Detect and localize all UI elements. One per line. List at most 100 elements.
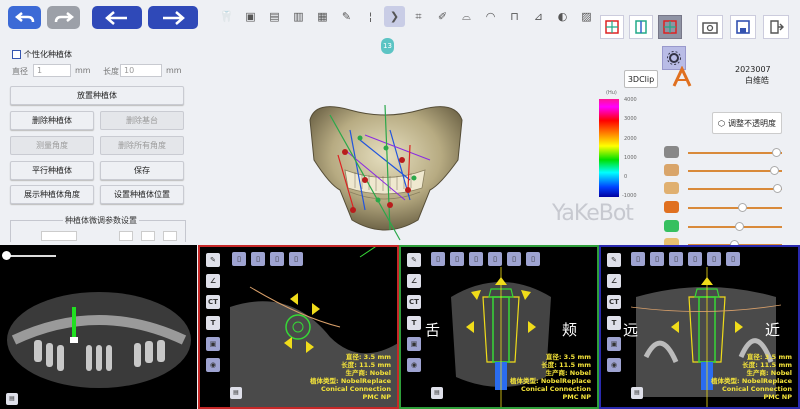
show-implant-angle-button[interactable]: 展示种植体角度 — [10, 185, 94, 204]
parallel-implant-button[interactable]: 平行种植体 — [10, 161, 94, 180]
measure-icon[interactable]: ∠ — [407, 274, 421, 288]
set-implant-position-button[interactable]: 设置种植体位置 — [100, 185, 184, 204]
tooth-icon[interactable]: 🦷 — [216, 6, 237, 27]
slider-implant[interactable] — [664, 220, 782, 234]
next-button[interactable] — [148, 6, 198, 29]
skull-3d-model[interactable] — [290, 90, 480, 250]
implant-tool-5-icon[interactable]: ▯ — [707, 252, 721, 266]
implant-tool-1-icon[interactable]: ▯ — [431, 252, 445, 266]
ct-toggle[interactable]: CT — [607, 295, 621, 309]
zoom-slider[interactable] — [2, 251, 56, 260]
t-toggle[interactable]: T — [206, 316, 220, 330]
place-implant-button[interactable]: 放置种植体 — [10, 86, 184, 105]
screenshot-button[interactable] — [697, 15, 723, 39]
eye-icon[interactable]: ◉ — [607, 358, 621, 372]
pen-icon[interactable]: ✐ — [432, 6, 453, 27]
ear-icon[interactable]: ◐ — [552, 6, 573, 27]
clip-3d-button[interactable]: 3DClip — [624, 70, 658, 88]
redo-button[interactable] — [47, 6, 80, 29]
view-grid-button[interactable] — [658, 15, 682, 39]
delete-implant-button[interactable]: 删除种植体 — [10, 111, 94, 130]
slider-jaw[interactable] — [664, 164, 782, 178]
axial-menu-icon[interactable]: ▤ — [230, 387, 242, 399]
slider-track[interactable] — [688, 207, 782, 209]
nerve-icon[interactable]: ◠ — [480, 6, 501, 27]
custom-implant-checkbox[interactable] — [12, 50, 21, 59]
implant-tool-6-icon[interactable]: ▯ — [726, 252, 740, 266]
implant-tool-4-icon[interactable]: ▯ — [488, 252, 502, 266]
delete-all-angles-button[interactable]: 删除所有角度 — [100, 136, 184, 155]
eye-icon[interactable]: ◉ — [206, 358, 220, 372]
guide-icon[interactable]: ⊿ — [528, 6, 549, 27]
view-side-button[interactable] — [629, 15, 653, 39]
slider-track[interactable] — [688, 170, 782, 172]
pencil-icon[interactable]: ✎ — [206, 253, 220, 267]
tooth-number-badge[interactable]: 13 — [381, 38, 394, 54]
ct-slice-icon[interactable]: ▣ — [240, 6, 261, 27]
slider-track[interactable] — [688, 152, 782, 154]
length-field[interactable]: 10 — [120, 64, 162, 77]
slider-knob[interactable] — [770, 166, 780, 175]
fine-tune-step-b[interactable] — [141, 231, 155, 241]
slider-knob[interactable] — [773, 184, 783, 193]
ct-toggle[interactable]: CT — [206, 295, 220, 309]
save-button[interactable]: 保存 — [100, 161, 184, 180]
ct-toggle[interactable]: CT — [407, 295, 421, 309]
slider-nerve[interactable] — [664, 201, 782, 215]
brush-icon[interactable]: ✎ — [336, 6, 357, 27]
sagittal-view[interactable]: ✎ ∠ CT T ▣ ◉ ▯ ▯ ▯ ▯ ▯ ▯ 远 近 直径: 3.5 mm … — [599, 245, 800, 409]
prev-button[interactable] — [92, 6, 142, 29]
panorama-icon[interactable]: ▤ — [264, 6, 285, 27]
implant-icon[interactable]: ¦ — [360, 6, 381, 27]
measure-icon[interactable]: ∠ — [607, 274, 621, 288]
fine-tune-step-c[interactable] — [163, 231, 177, 241]
slider-skull[interactable] — [664, 146, 782, 160]
fine-tune-field[interactable] — [41, 231, 77, 241]
t-toggle[interactable]: T — [407, 316, 421, 330]
diameter-field[interactable]: 1 — [33, 64, 71, 77]
measure-angle-button[interactable]: 测量角度 — [10, 136, 94, 155]
pencil-icon[interactable]: ✎ — [607, 253, 621, 267]
implant-tool-6-icon[interactable]: ▯ — [526, 252, 540, 266]
crop-icon[interactable]: ⌗ — [408, 6, 429, 27]
implant-tool-2-icon[interactable]: ▯ — [450, 252, 464, 266]
implant-select-icon[interactable]: ❯ — [384, 6, 405, 27]
export-icon[interactable]: ▨ — [576, 6, 597, 27]
coronal-menu-icon[interactable]: ▤ — [431, 387, 443, 399]
view-cube-button[interactable] — [600, 15, 624, 39]
sleeve-icon[interactable]: ⊓ — [504, 6, 525, 27]
panorama-view[interactable]: ▤ — [0, 245, 197, 409]
axial-view[interactable]: ✎ ∠ CT T ▣ ◉ ▯ ▯ ▯ ▯ 直径: 3.5 mm 长度: 11.5… — [198, 245, 399, 409]
fine-tune-step-a[interactable] — [119, 231, 133, 241]
crown-icon[interactable]: ⌓ — [456, 6, 477, 27]
arch-view-button[interactable] — [668, 64, 696, 92]
skull-icon[interactable]: ▦ — [312, 6, 333, 27]
layer-icon[interactable]: ▣ — [206, 337, 220, 351]
eye-icon[interactable]: ◉ — [407, 358, 421, 372]
layer-icon[interactable]: ▣ — [407, 337, 421, 351]
exit-button[interactable] — [763, 15, 789, 39]
delete-abutment-button[interactable]: 删除基台 — [100, 111, 184, 130]
sagittal-menu-icon[interactable]: ▤ — [631, 387, 643, 399]
slider-knob[interactable] — [772, 148, 782, 157]
pencil-icon[interactable]: ✎ — [407, 253, 421, 267]
zoom-knob[interactable] — [2, 251, 11, 260]
implant-tool-5-icon[interactable]: ▯ — [507, 252, 521, 266]
save-file-button[interactable] — [730, 15, 756, 39]
opacity-button[interactable]: ⬡ 调整不透明度 — [712, 112, 782, 134]
slider-teeth[interactable] — [664, 182, 783, 196]
implant-tool-1-icon[interactable]: ▯ — [631, 252, 645, 266]
coronal-view[interactable]: ✎ ∠ CT T ▣ ◉ ▯ ▯ ▯ ▯ ▯ ▯ 舌 颊 直径: 3.5 mm … — [399, 245, 599, 409]
implant-tool-4-icon[interactable]: ▯ — [688, 252, 702, 266]
undo-button[interactable] — [8, 6, 41, 29]
slider-track[interactable] — [688, 188, 782, 190]
t-toggle[interactable]: T — [607, 316, 621, 330]
slider-knob[interactable] — [737, 203, 747, 212]
measure-icon[interactable]: ∠ — [206, 274, 220, 288]
layer-icon[interactable]: ▣ — [607, 337, 621, 351]
layers-icon[interactable]: ▥ — [288, 6, 309, 27]
implant-tool-3-icon[interactable]: ▯ — [469, 252, 483, 266]
slider-knob[interactable] — [734, 222, 744, 231]
implant-tool-2-icon[interactable]: ▯ — [650, 252, 664, 266]
implant-tool-3-icon[interactable]: ▯ — [669, 252, 683, 266]
